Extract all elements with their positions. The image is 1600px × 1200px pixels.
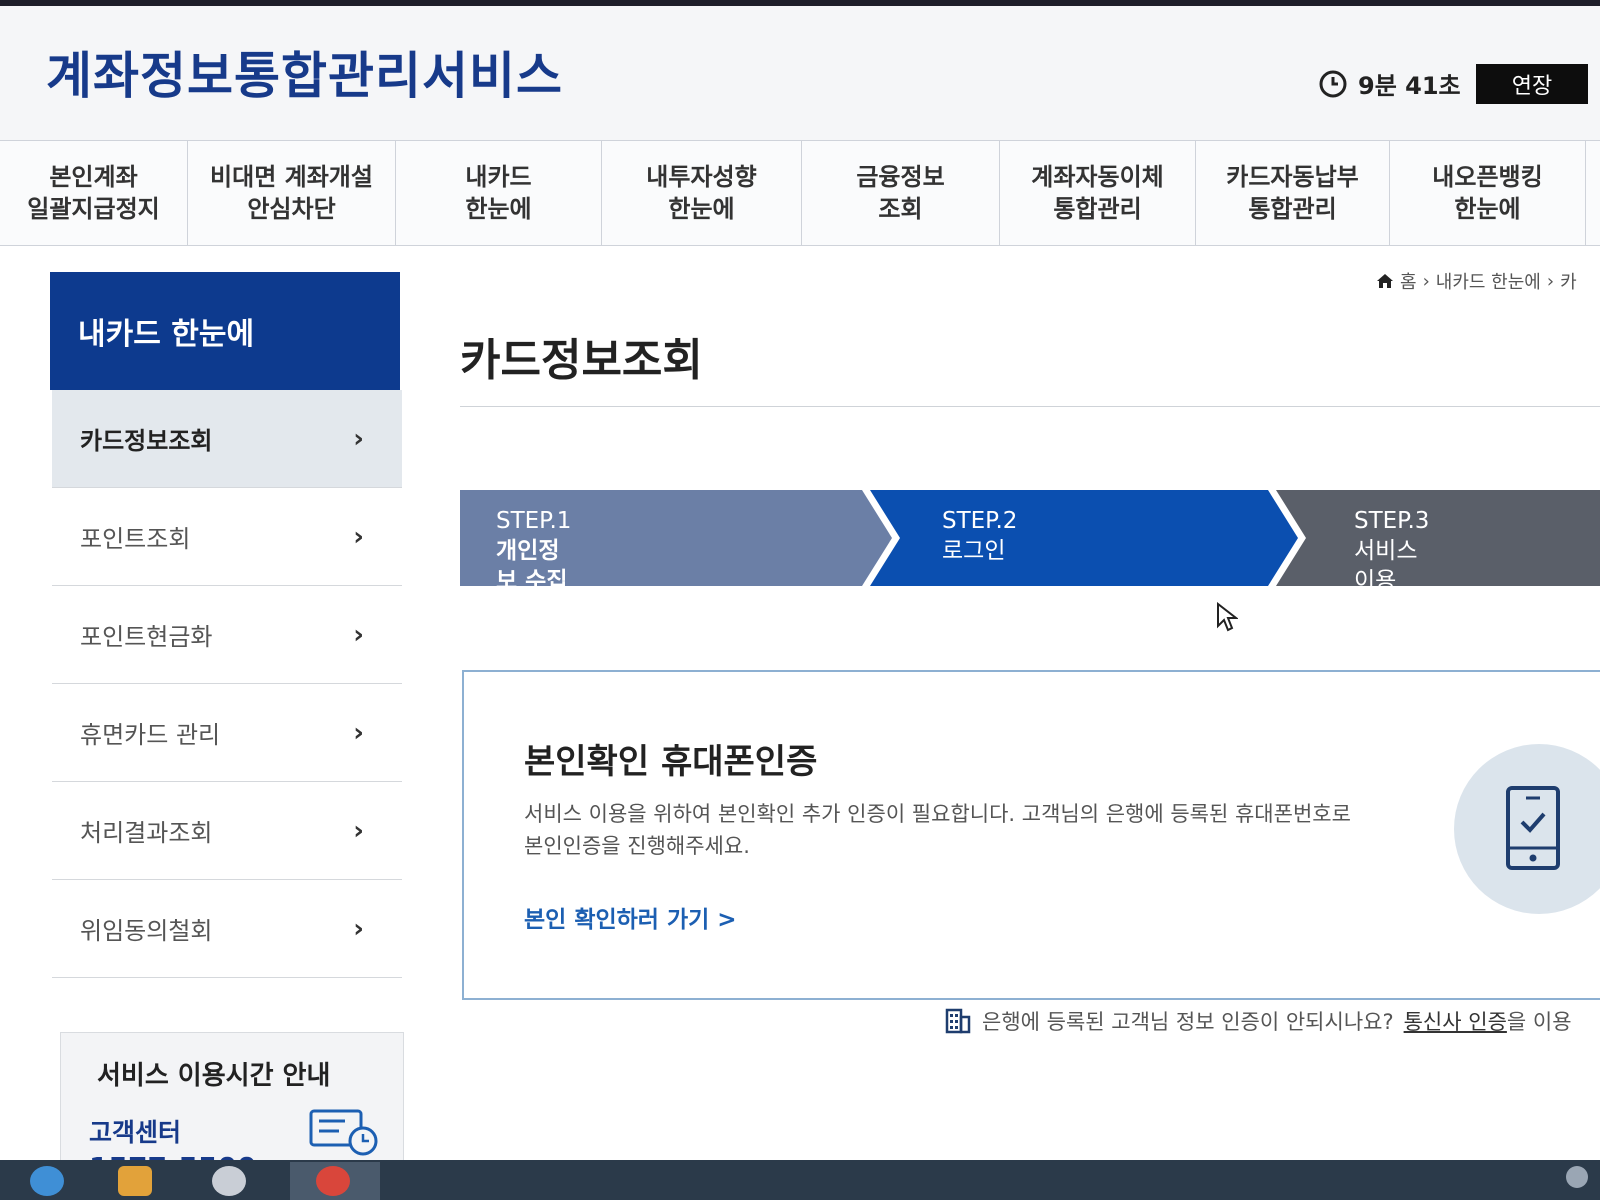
nav-label: 카드자동납부 <box>1226 163 1359 191</box>
header: 계좌정보통합관리서비스 9분 41초 연장 <box>0 6 1600 140</box>
schedule-icon <box>309 1109 378 1156</box>
nav-label: 비대면 계좌개설 <box>210 163 373 191</box>
sidebar-item-dormant-card[interactable]: 휴면카드 관리 › <box>52 684 402 782</box>
breadcrumb: 홈 › 내카드 한눈에 › 카 <box>1376 268 1577 294</box>
customer-center-label: 고객센터 <box>89 1118 182 1147</box>
phone-check-icon <box>1506 786 1560 870</box>
nav-label: 내카드 <box>465 163 532 191</box>
step-number: STEP.2 <box>942 508 1018 534</box>
extend-session-button[interactable]: 연장 <box>1476 64 1588 104</box>
session-timer: 9분 41초 <box>1318 66 1461 101</box>
sidebar-item-consent-withdraw[interactable]: 위임동의철회 › <box>52 880 402 978</box>
notice-suffix: 을 이용 <box>1506 1010 1572 1034</box>
sidebar-item-points-cash[interactable]: 포인트현금화 › <box>52 586 402 684</box>
mouse-cursor-icon <box>1217 602 1238 632</box>
sidebar-item-label: 처리결과조회 <box>80 819 213 847</box>
auth-desc-line: 서비스 이용을 위하여 본인확인 추가 인증이 필요합니다. 고객님의 은행에 … <box>524 802 1351 826</box>
sidebar-item-card-info[interactable]: 카드정보조회 › <box>52 390 402 488</box>
auth-description: 서비스 이용을 위하여 본인확인 추가 인증이 필요합니다. 고객님의 은행에 … <box>524 798 1384 862</box>
carrier-auth-link[interactable]: 통신사 인증 <box>1404 1010 1507 1034</box>
nav-label: 안심차단 <box>247 195 336 223</box>
service-hours-box: 서비스 이용시간 안내 고객센터 1577-5500 <box>60 1032 404 1172</box>
nav-label: 통합관리 <box>1053 195 1142 223</box>
nav-label: 한눈에 <box>465 195 532 223</box>
service-hours-title: 서비스 이용시간 안내 <box>97 1061 331 1091</box>
step-3: STEP.3 서비스 이용 <box>1354 506 1429 596</box>
chevron-right-icon: › <box>353 521 364 552</box>
sidebar-item-label: 위임동의철회 <box>80 917 213 945</box>
step-2-shape <box>870 490 1298 586</box>
nav-item-card-auto-pay[interactable]: 카드자동납부통합관리 <box>1196 141 1390 245</box>
page-title: 카드정보조회 <box>460 335 703 386</box>
chevron-right-icon: › <box>353 619 364 650</box>
nav-label: 내오픈뱅킹 <box>1432 163 1543 191</box>
chevron-right-icon: › <box>353 717 364 748</box>
nav-label: 한눈에 <box>668 195 735 223</box>
tray-icon[interactable] <box>1566 1166 1588 1188</box>
site-title[interactable]: 계좌정보통합관리서비스 <box>46 36 563 108</box>
home-icon[interactable] <box>1376 272 1394 290</box>
phone-verify-badge <box>1454 744 1600 914</box>
phone-auth-panel: 본인확인 휴대폰인증 서비스 이용을 위하여 본인확인 추가 인증이 필요합니다… <box>462 670 1600 1000</box>
timer-text: 9분 41초 <box>1358 72 1461 100</box>
divider <box>460 406 1600 407</box>
nav-item-open-banking[interactable]: 내오픈뱅킹한눈에 <box>1390 141 1586 245</box>
notice-text: 은행에 등록된 고객님 정보 인증이 안되시나요? <box>982 1010 1394 1034</box>
chevron-right-icon: › <box>353 815 364 846</box>
sidebar-item-points[interactable]: 포인트조회 › <box>52 488 402 586</box>
nav-item-investment[interactable]: 내투자성향한눈에 <box>602 141 802 245</box>
sidebar-item-label: 카드정보조회 <box>80 427 213 455</box>
step-label: 개인정보 수집 및 이용동의 <box>496 538 568 654</box>
sidebar-menu: 카드정보조회 › 포인트조회 › 포인트현금화 › 휴면카드 관리 › 처리결과… <box>52 390 402 978</box>
sidebar-item-label: 포인트조회 <box>80 525 191 553</box>
nav-label: 조회 <box>878 195 923 223</box>
carrier-auth-notice: 은행에 등록된 고객님 정보 인증이 안되시나요? 통신사 인증을 이용 <box>944 1006 1572 1036</box>
step-label: 로그인 <box>942 538 1006 564</box>
building-icon <box>945 1008 971 1034</box>
nav-label: 본인계좌 <box>49 163 138 191</box>
chevron-right-icon: › <box>353 913 364 944</box>
step-number: STEP.3 <box>1354 508 1430 534</box>
nav-label: 내투자성향 <box>646 163 757 191</box>
nav-label: 계좌자동이체 <box>1031 163 1164 191</box>
folder-icon[interactable] <box>118 1166 152 1196</box>
breadcrumb-home[interactable]: 홈 <box>1400 268 1417 294</box>
sidebar-heading: 내카드 한눈에 <box>50 272 400 390</box>
browser-ie-icon[interactable] <box>30 1166 64 1196</box>
breadcrumb-separator-icon: › <box>1546 270 1555 292</box>
auth-title: 본인확인 휴대폰인증 <box>524 742 818 782</box>
breadcrumb-level2[interactable]: 카 <box>1560 268 1577 294</box>
sidebar-item-label: 포인트현금화 <box>80 623 213 651</box>
step-1: STEP.1 개인정보 수집 및 이용동의 <box>496 506 571 656</box>
nav-label: 금융정보 <box>856 163 945 191</box>
sidebar-item-results[interactable]: 처리결과조회 › <box>52 782 402 880</box>
nav-item-my-card[interactable]: 내카드한눈에 <box>396 141 602 245</box>
nav-label: 한눈에 <box>1454 195 1521 223</box>
go-verify-link[interactable]: 본인 확인하러 가기 > <box>524 900 737 934</box>
chevron-right-icon: › <box>353 423 364 454</box>
breadcrumb-separator-icon: › <box>1422 270 1430 292</box>
clock-icon <box>1319 70 1347 97</box>
sidebar-item-label: 휴면카드 관리 <box>80 721 221 749</box>
step-2: STEP.2 로그인 <box>942 506 1017 566</box>
top-nav: 본인계좌 일괄지급정지 비대면 계좌개설 안심차단 내카드 한눈에 내투자성향 한눈에 … <box>0 140 1600 246</box>
nav-item-account-stop[interactable]: 본인계좌일괄지급정지 <box>0 141 188 245</box>
step-3-shape <box>1276 490 1600 586</box>
step-label: 서비스 이용 <box>1354 538 1418 594</box>
nav-item-financial-info[interactable]: 금융정보조회 <box>802 141 1000 245</box>
nav-label: 일괄지급정지 <box>27 195 160 223</box>
auth-desc-line: 본인인증을 진행해주세요. <box>524 834 750 858</box>
chrome-icon[interactable] <box>316 1166 350 1196</box>
nav-item-nonface-block[interactable]: 비대면 계좌개설안심차단 <box>188 141 396 245</box>
breadcrumb-level1[interactable]: 내카드 한눈에 <box>1436 268 1541 294</box>
nav-item-auto-transfer[interactable]: 계좌자동이체통합관리 <box>1000 141 1196 245</box>
step-number: STEP.1 <box>496 508 572 534</box>
media-player-icon[interactable] <box>212 1166 246 1196</box>
nav-label: 통합관리 <box>1248 195 1337 223</box>
